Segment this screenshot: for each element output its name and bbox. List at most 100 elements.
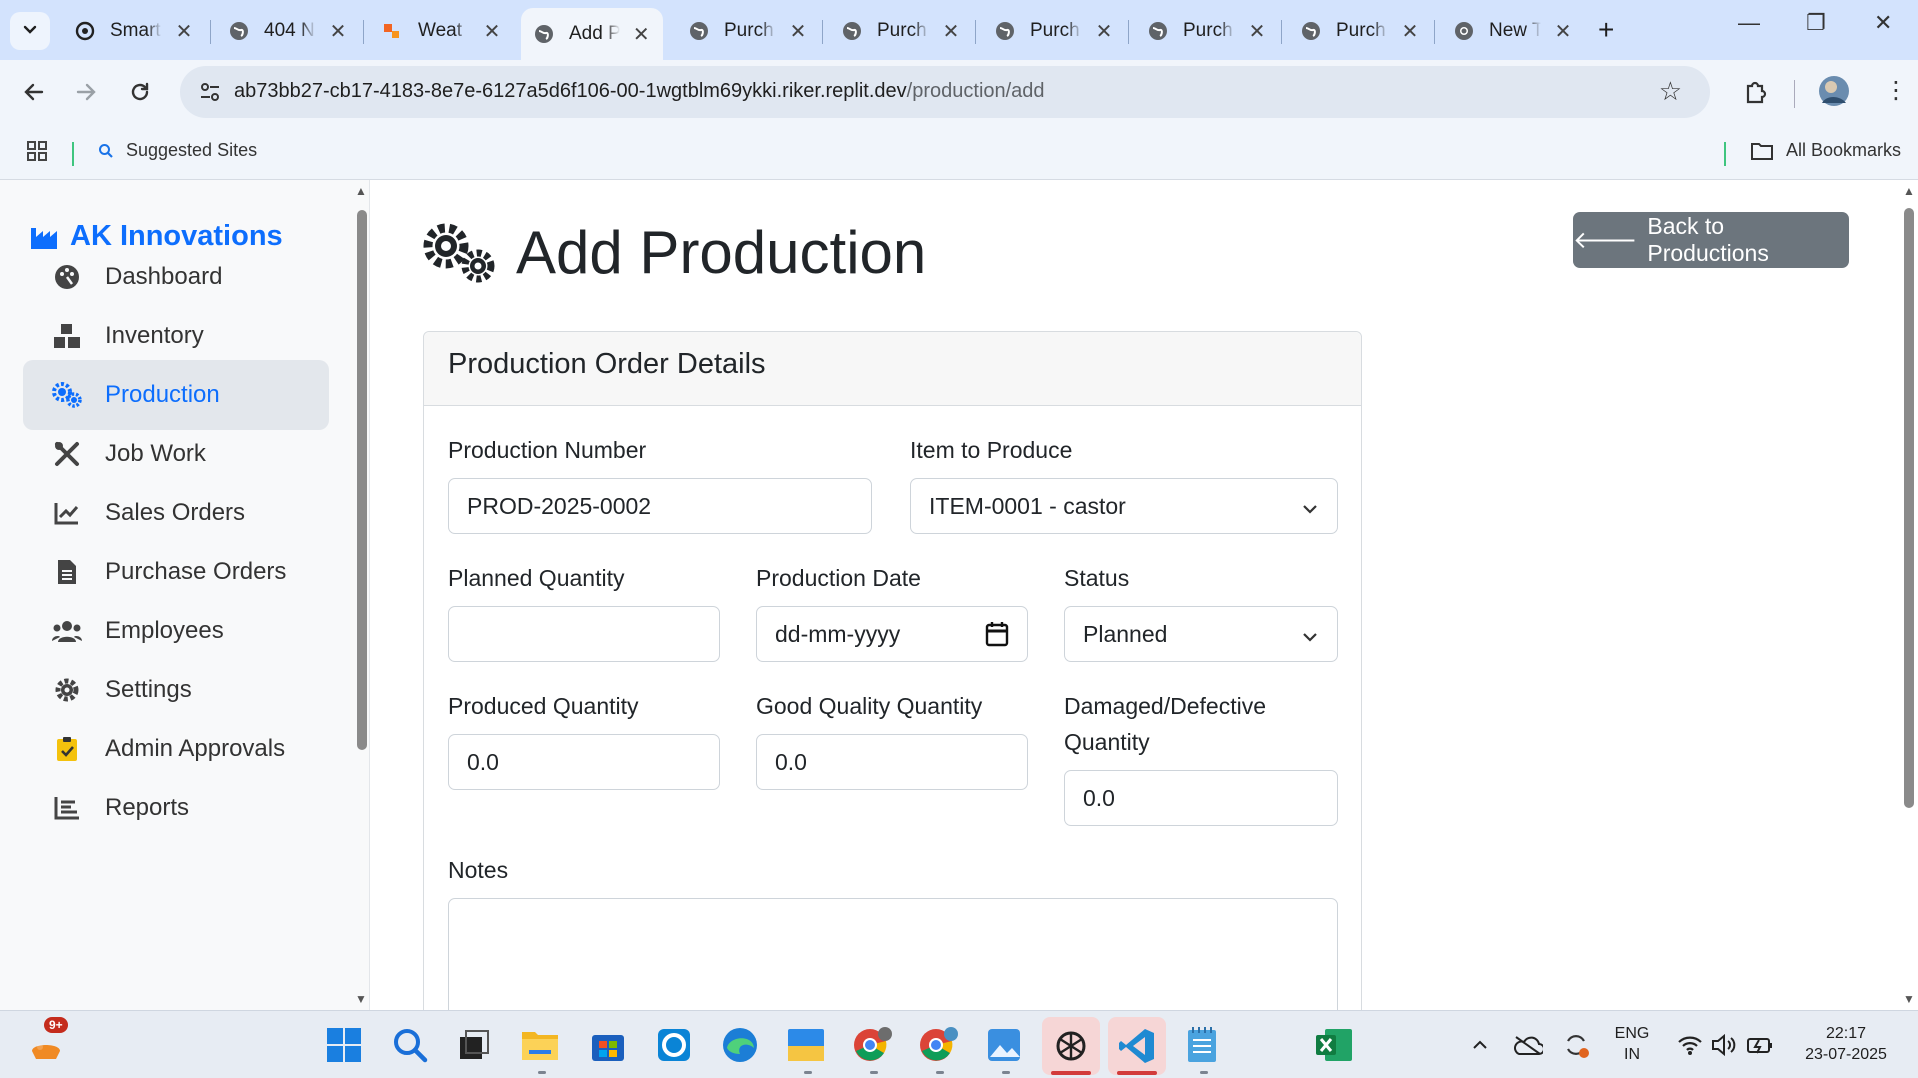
planned-quantity-input[interactable] [448, 606, 720, 662]
bar-chart-icon [51, 796, 83, 820]
notification-badge: 9+ [44, 1017, 68, 1033]
close-tab-icon[interactable]: ✕ [1553, 19, 1573, 44]
sidebar-scroll-thumb[interactable] [357, 210, 367, 750]
tab-add-production[interactable]: Add P ✕ [521, 8, 663, 60]
tab-weather[interactable]: Weat ✕ [370, 8, 514, 54]
tab-purchase-3[interactable]: Purch ✕ [982, 8, 1126, 54]
sync-icon[interactable] [1556, 1025, 1596, 1065]
excel-icon[interactable] [1314, 1025, 1354, 1065]
apps-grid-icon[interactable] [26, 140, 48, 162]
card-title: Production Order Details [424, 332, 1361, 406]
close-window-button[interactable]: ✕ [1874, 10, 1892, 36]
file-explorer-icon[interactable] [520, 1025, 560, 1065]
site-info-icon[interactable] [198, 80, 222, 109]
address-bar[interactable]: ab73bb27-cb17-4183-8e7e-6127a5d6f106-00-… [180, 66, 1710, 118]
edge-browser-icon[interactable] [720, 1025, 760, 1065]
battery-icon[interactable] [1740, 1025, 1780, 1065]
boxes-icon [51, 323, 83, 349]
language-indicator[interactable]: ENG IN [1610, 1023, 1654, 1065]
all-bookmarks-link[interactable]: All Bookmarks [1750, 140, 1901, 161]
clipboard-check-icon [51, 736, 83, 762]
produced-quantity-input[interactable]: 0.0 [448, 734, 720, 790]
close-tab-icon[interactable]: ✕ [941, 19, 961, 44]
chrome-profile-icon-2[interactable] [918, 1025, 958, 1065]
extensions-icon[interactable] [1742, 78, 1768, 111]
vscode-icon[interactable] [1108, 1017, 1166, 1075]
forward-arrow-icon[interactable] [74, 80, 98, 111]
damaged-quantity-input[interactable]: 0.0 [1064, 770, 1338, 826]
item-to-produce-label: Item to Produce [910, 437, 1073, 463]
weather-icon [382, 20, 404, 42]
tab-strip: Smart ✕ 404 N ✕ Weat ✕ Add P ✕ Purch ✕ P… [0, 0, 1918, 60]
status-label: Status [1064, 565, 1130, 591]
globe-icon [841, 20, 863, 42]
back-arrow-icon[interactable] [22, 80, 46, 111]
chevron-up-icon[interactable] [1460, 1025, 1500, 1065]
chrome-icon [1453, 20, 1475, 42]
tab-purchase-4[interactable]: Purch ✕ [1135, 8, 1279, 54]
onedrive-icon[interactable] [1508, 1025, 1548, 1065]
notes-textarea[interactable] [448, 898, 1338, 1010]
gear-icon [51, 677, 83, 703]
status-select[interactable]: Planned [1064, 606, 1338, 662]
notes-label: Notes [448, 857, 509, 883]
close-tab-icon[interactable]: ✕ [174, 19, 194, 44]
url-text[interactable]: ab73bb27-cb17-4183-8e7e-6127a5d6f106-00-… [234, 80, 1045, 103]
photos-app-icon[interactable] [786, 1025, 826, 1065]
clock[interactable]: 22:17 23-07-2025 [1786, 1023, 1906, 1065]
restore-button[interactable]: ❐ [1806, 10, 1826, 36]
microsoft-store-icon[interactable] [588, 1025, 628, 1065]
chevron-down-icon [1301, 497, 1319, 524]
sidebar: AK Innovations Dashboard Inventory Produ… [0, 180, 370, 1010]
back-to-productions-button[interactable]: 🡐 Back to Productions [1573, 212, 1849, 268]
search-icon[interactable] [390, 1025, 430, 1065]
sidebar-scrollbar[interactable]: ▲ ▼ [355, 180, 369, 1010]
bookmarks-bar: Suggested Sites All Bookmarks [0, 128, 1918, 180]
tools-icon [51, 441, 83, 467]
reload-icon[interactable] [128, 80, 152, 111]
task-view-icon[interactable] [454, 1025, 494, 1065]
suggested-sites-link[interactable]: Suggested Sites [98, 140, 257, 161]
calendar-icon[interactable] [985, 621, 1009, 653]
tab-purchase-5[interactable]: Purch ✕ [1288, 8, 1432, 54]
production-number-input[interactable]: PROD-2025-0002 [448, 478, 872, 534]
menu-dots-icon[interactable]: ⋮ [1884, 76, 1908, 105]
globe-icon [533, 23, 555, 45]
close-tab-icon[interactable]: ✕ [1247, 19, 1267, 44]
bookmark-star-icon[interactable]: ☆ [1659, 76, 1682, 107]
good-quality-quantity-input[interactable]: 0.0 [756, 734, 1028, 790]
close-tab-icon[interactable]: ✕ [632, 22, 651, 47]
globe-icon [994, 20, 1016, 42]
tab-search-button[interactable] [10, 12, 50, 50]
tab-purchase-1[interactable]: Purch ✕ [676, 8, 820, 54]
production-date-label: Production Date [756, 565, 921, 591]
minimize-button[interactable]: — [1738, 10, 1760, 36]
windows-start-icon[interactable] [324, 1025, 364, 1065]
item-to-produce-select[interactable]: ITEM-0001 - castor [910, 478, 1338, 534]
tab-purchase-2[interactable]: Purch ✕ [829, 8, 973, 54]
tab-new-tab[interactable]: New T ✕ [1441, 8, 1585, 54]
sidebar-item-reports[interactable]: Reports [23, 773, 329, 843]
tab-404[interactable]: 404 N ✕ [216, 8, 360, 54]
close-tab-icon[interactable]: ✕ [328, 19, 348, 44]
globe-icon [688, 20, 710, 42]
notepad-icon[interactable] [1182, 1025, 1222, 1065]
chrome-profile-icon[interactable] [852, 1025, 892, 1065]
chevron-down-icon [22, 21, 38, 42]
production-date-input[interactable]: dd-mm-yyyy [756, 606, 1028, 662]
chatgpt-app-icon[interactable] [1042, 1017, 1100, 1075]
new-tab-button[interactable]: + [1598, 14, 1614, 46]
close-tab-icon[interactable]: ✕ [788, 19, 808, 44]
cortana-icon[interactable] [654, 1025, 694, 1065]
page-scroll-thumb[interactable] [1904, 208, 1914, 808]
chevron-down-icon [1301, 625, 1319, 652]
close-tab-icon[interactable]: ✕ [1094, 19, 1114, 44]
page-scrollbar[interactable]: ▲ ▼ [1900, 180, 1918, 1010]
volume-icon[interactable] [1704, 1025, 1744, 1065]
arrow-left-icon: 🡐 [1573, 227, 1638, 254]
close-tab-icon[interactable]: ✕ [482, 19, 502, 44]
photo-viewer-icon[interactable] [984, 1025, 1024, 1065]
profile-avatar[interactable] [1818, 75, 1850, 114]
close-tab-icon[interactable]: ✕ [1400, 19, 1420, 44]
tab-smart[interactable]: Smart ✕ [62, 8, 206, 54]
